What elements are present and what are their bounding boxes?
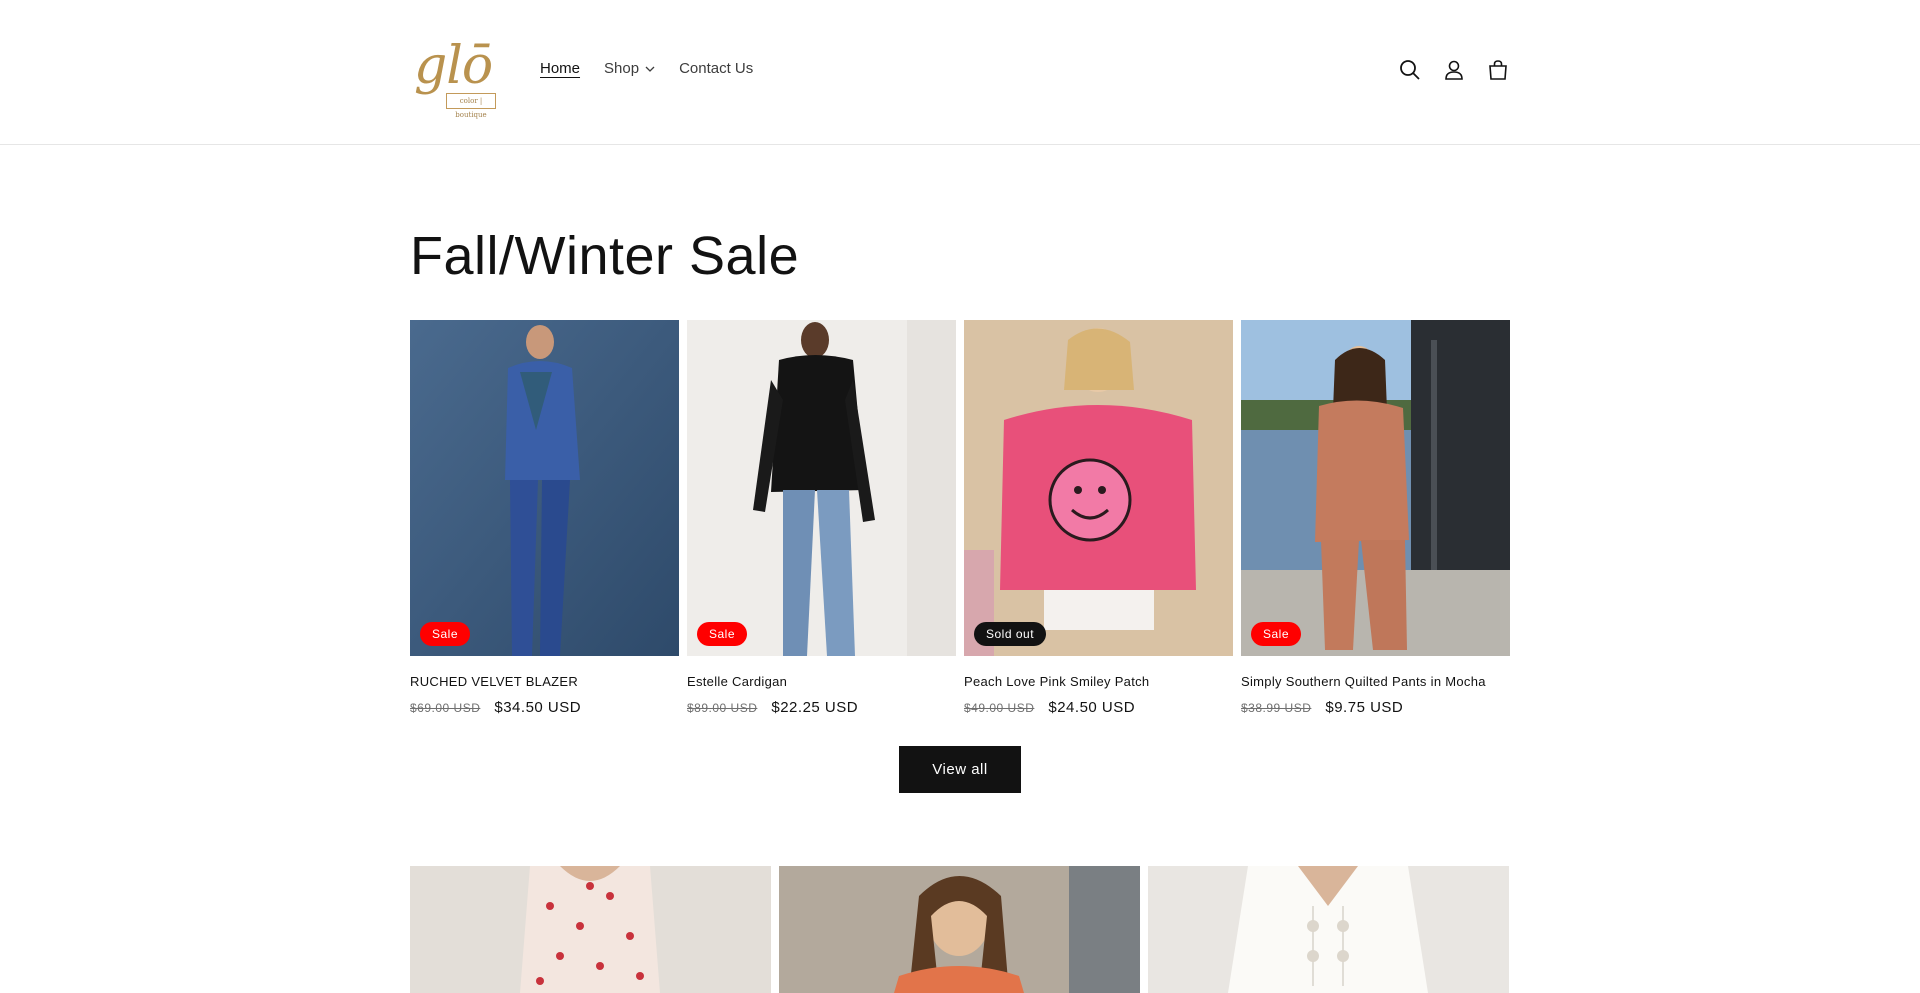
product-prices: $89.00 USD $22.25 USD [687,699,956,716]
sale-price: $22.25 USD [771,699,859,716]
original-price: $49.00 USD [964,701,1035,715]
product-card[interactable]: Sale RUCHED VELVET BLAZER $69.00 USD $34… [410,320,679,716]
sale-badge: Sale [1251,622,1302,646]
store-logo[interactable]: glō color | boutique [410,36,498,119]
logo-wordmark: glō [414,36,493,96]
chevron-down-icon [645,63,655,75]
sold-out-badge: Sold out [974,622,1047,646]
product-card[interactable]: Sold out Peach Love Pink Smiley Patch $4… [964,320,1233,716]
product-card[interactable]: Sale Simply Southern Quilted Pants in Mo… [1241,320,1510,716]
original-price: $69.00 USD [410,701,481,715]
search-icon[interactable] [1398,58,1422,82]
collection-tile-image[interactable] [779,866,1140,993]
product-prices: $49.00 USD $24.50 USD [964,699,1233,716]
product-image[interactable]: Sale [410,320,679,656]
sale-price: $9.75 USD [1325,699,1404,716]
collection-tile-image[interactable] [410,866,771,993]
product-card[interactable]: Sale Estelle Cardigan $89.00 USD $22.25 … [687,320,956,716]
product-name[interactable]: Peach Love Pink Smiley Patch [964,673,1233,691]
nav-contact[interactable]: Contact Us [679,60,753,77]
account-icon[interactable] [1442,58,1466,82]
product-image[interactable]: Sale [687,320,956,656]
logo-tagline: color | boutique [446,93,496,119]
sale-price: $24.50 USD [1048,699,1136,716]
sale-badge: Sale [697,622,748,646]
sale-badge: Sale [420,622,471,646]
product-name[interactable]: RUCHED VELVET BLAZER [410,673,679,691]
view-all-button[interactable]: View all [899,746,1021,793]
collection-row [410,866,1511,993]
main-nav: Home Shop Contact Us [540,60,753,77]
nav-home[interactable]: Home [540,60,580,77]
collection-tile-image[interactable] [1148,866,1509,993]
product-prices: $69.00 USD $34.50 USD [410,699,679,716]
header-icons [1398,58,1510,82]
cart-icon[interactable] [1486,58,1510,82]
product-image[interactable]: Sold out [964,320,1233,656]
section-title: Fall/Winter Sale [410,226,800,286]
original-price: $89.00 USD [687,701,758,715]
product-name[interactable]: Estelle Cardigan [687,673,956,691]
product-image[interactable]: Sale [1241,320,1510,656]
site-header: glō color | boutique Home Shop Contact U… [0,0,1920,145]
original-price: $38.99 USD [1241,701,1312,715]
nav-shop[interactable]: Shop [604,60,655,77]
product-name[interactable]: Simply Southern Quilted Pants in Mocha [1241,673,1510,691]
nav-shop-label: Shop [604,60,640,77]
product-prices: $38.99 USD $9.75 USD [1241,699,1510,716]
sale-price: $34.50 USD [494,699,582,716]
product-grid: Sale RUCHED VELVET BLAZER $69.00 USD $34… [410,320,1511,716]
